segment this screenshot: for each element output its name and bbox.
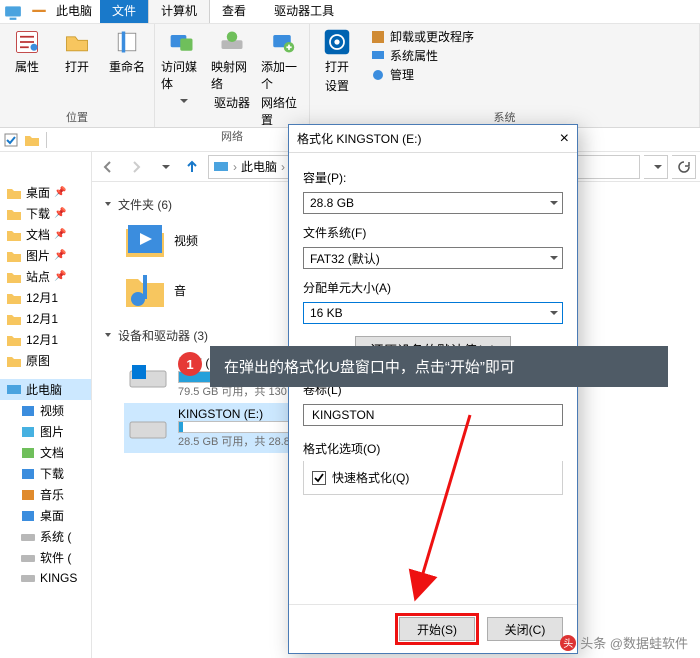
ribbon-rename[interactable]: 重命名 xyxy=(106,28,148,75)
nav-library[interactable]: 桌面 xyxy=(0,505,91,526)
nav-drive[interactable]: 系统 ( xyxy=(0,526,91,547)
ribbon-system-properties[interactable]: 系统属性 xyxy=(370,47,474,64)
folder-tile[interactable]: 音 xyxy=(124,269,304,311)
folder-icon[interactable] xyxy=(24,133,40,147)
filesystem-label: 文件系统(F) xyxy=(303,224,563,241)
nav-item[interactable]: 文档📌 xyxy=(0,224,91,245)
nav-item[interactable]: 下载📌 xyxy=(0,203,91,224)
nav-drive[interactable]: KINGS xyxy=(0,568,91,588)
folder-tile[interactable]: 视频 xyxy=(124,219,304,261)
annotation-badge: 1 xyxy=(178,352,202,376)
tab-computer[interactable]: 计算机 xyxy=(148,0,210,23)
nav-up[interactable] xyxy=(180,155,204,179)
ribbon-uninstall[interactable]: 卸载或更改程序 xyxy=(370,28,474,45)
close-button[interactable]: 关闭(C) xyxy=(487,617,563,641)
format-dialog: 格式化 KINGSTON (E:) × 容量(P): 28.8 GB 文件系统(… xyxy=(288,124,578,654)
start-button[interactable]: 开始(S) xyxy=(399,617,475,641)
nav-item[interactable]: 原图 xyxy=(0,350,91,371)
app-icon xyxy=(4,3,22,21)
refresh-button[interactable] xyxy=(672,155,696,179)
filesystem-combo[interactable]: FAT32 (默认) xyxy=(303,247,563,269)
nav-item[interactable]: 12月1 xyxy=(0,329,91,350)
nav-item[interactable]: 12月1 xyxy=(0,287,91,308)
nav-library[interactable]: 图片 xyxy=(0,421,91,442)
tab-view[interactable]: 查看 xyxy=(210,0,258,23)
chevron-down-icon xyxy=(546,251,558,265)
address-dropdown[interactable] xyxy=(644,155,668,179)
ribbon-group-location: 位置 xyxy=(6,109,148,125)
chevron-down-icon xyxy=(546,196,558,210)
nav-back[interactable] xyxy=(96,155,120,179)
capacity-combo[interactable]: 28.8 GB xyxy=(303,192,563,214)
ribbon-add-network-location[interactable]: 添加一个 网络位置 xyxy=(261,28,303,128)
nav-library[interactable]: 音乐 xyxy=(0,484,91,505)
nav-library[interactable]: 视频 xyxy=(0,400,91,421)
ribbon-manage[interactable]: 管理 xyxy=(370,66,474,83)
ribbon-open-settings[interactable]: 打开 设置 xyxy=(316,28,358,94)
watermark: 头 头条 @数据蛙软件 xyxy=(560,633,688,652)
nav-item[interactable]: 图片📌 xyxy=(0,245,91,266)
navigation-pane[interactable]: 桌面📌下载📌文档📌图片📌站点📌12月112月112月1原图 此电脑 视频图片文档… xyxy=(0,152,92,658)
ribbon-group-network: 网络 xyxy=(161,128,303,144)
options-label: 格式化选项(O) xyxy=(303,440,563,457)
nav-recent[interactable] xyxy=(152,155,176,179)
annotation-tooltip: 在弹出的格式化U盘窗口中，点击“开始”即可 xyxy=(210,346,668,387)
nav-forward xyxy=(124,155,148,179)
volume-input[interactable] xyxy=(303,404,563,426)
dialog-title: 格式化 KINGSTON (E:) xyxy=(297,130,421,147)
ribbon-map-drive[interactable]: 映射网络 驱动器 xyxy=(211,28,253,128)
tab-drive-tools[interactable]: 驱动器工具 xyxy=(266,0,342,23)
nav-item[interactable]: 站点📌 xyxy=(0,266,91,287)
chevron-down-icon xyxy=(546,306,558,320)
window-title: 此电脑 xyxy=(52,2,100,23)
ribbon-access-media[interactable]: 访问媒体 xyxy=(161,28,203,128)
nav-item[interactable]: 桌面📌 xyxy=(0,182,91,203)
tab-file[interactable]: 文件 xyxy=(100,0,148,23)
quick-format-checkbox[interactable]: 快速格式化(Q) xyxy=(312,469,554,486)
nav-this-pc[interactable]: 此电脑 xyxy=(0,379,91,400)
ribbon-group-system: 系统 xyxy=(316,109,693,125)
nav-library[interactable]: 文档 xyxy=(0,442,91,463)
nav-drive[interactable]: 软件 ( xyxy=(0,547,91,568)
allocation-combo[interactable]: 16 KB xyxy=(303,302,563,324)
close-icon[interactable]: × xyxy=(560,130,569,148)
chevron-down-icon xyxy=(176,94,188,108)
nav-library[interactable]: 下载 xyxy=(0,463,91,484)
dropdown-icon[interactable] xyxy=(30,3,48,21)
allocation-label: 分配单元大小(A) xyxy=(303,279,563,296)
ribbon-open[interactable]: 打开 xyxy=(56,28,98,75)
checkbox-icon[interactable] xyxy=(4,133,18,147)
capacity-label: 容量(P): xyxy=(303,169,563,186)
nav-item[interactable]: 12月1 xyxy=(0,308,91,329)
ribbon-properties[interactable]: 属性 xyxy=(6,28,48,75)
